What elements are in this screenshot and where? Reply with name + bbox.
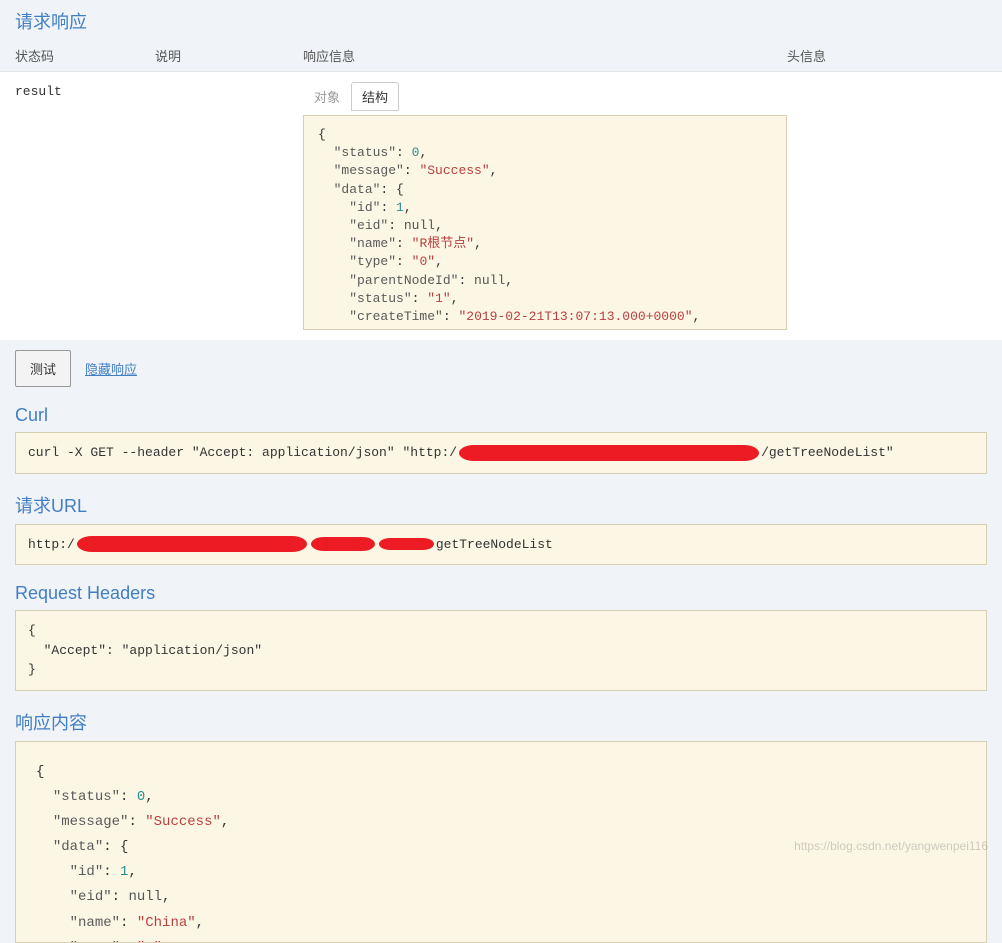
sample-json-box[interactable]: { "status": 0, "message": "Success", "da…	[303, 115, 787, 330]
result-label: result	[15, 82, 303, 99]
request-headers-block[interactable]: { "Accept": "application/json" }	[15, 610, 987, 691]
curl-block[interactable]: curl -X GET --header "Accept: applicatio…	[15, 432, 987, 474]
col-response-info: 响应信息	[303, 46, 787, 65]
table-header-row: 状态码 说明 响应信息 头信息	[0, 40, 1002, 71]
response-body-block[interactable]: { "status": 0, "message": "Success", "da…	[15, 741, 987, 943]
section-response-body: 响应内容	[0, 701, 1002, 741]
tab-object[interactable]: 对象	[303, 82, 351, 111]
redacted-icon	[77, 536, 307, 552]
request-url-block[interactable]: http:/getTreeNodeList	[15, 524, 987, 566]
redacted-icon	[379, 538, 434, 550]
result-row: result 对象 结构 { "status": 0, "message": "…	[0, 71, 1002, 340]
section-request-url: 请求URL	[0, 484, 1002, 524]
response-panel: 对象 结构 { "status": 0, "message": "Success…	[303, 82, 787, 330]
section-curl: Curl	[0, 397, 1002, 432]
col-header-info: 头信息	[787, 46, 987, 65]
redacted-icon	[459, 445, 759, 461]
section-request-response: 请求响应	[0, 0, 1002, 40]
tab-structure[interactable]: 结构	[351, 82, 399, 111]
redacted-icon	[311, 537, 375, 551]
col-description: 说明	[155, 46, 303, 65]
section-request-headers: Request Headers	[0, 575, 1002, 610]
col-status-code: 状态码	[15, 46, 155, 65]
tabs: 对象 结构	[303, 82, 787, 111]
hide-response-link[interactable]: 隐藏响应	[85, 359, 137, 378]
actions-row: 测试 隐藏响应	[0, 340, 1002, 397]
test-button[interactable]: 测试	[15, 350, 71, 387]
